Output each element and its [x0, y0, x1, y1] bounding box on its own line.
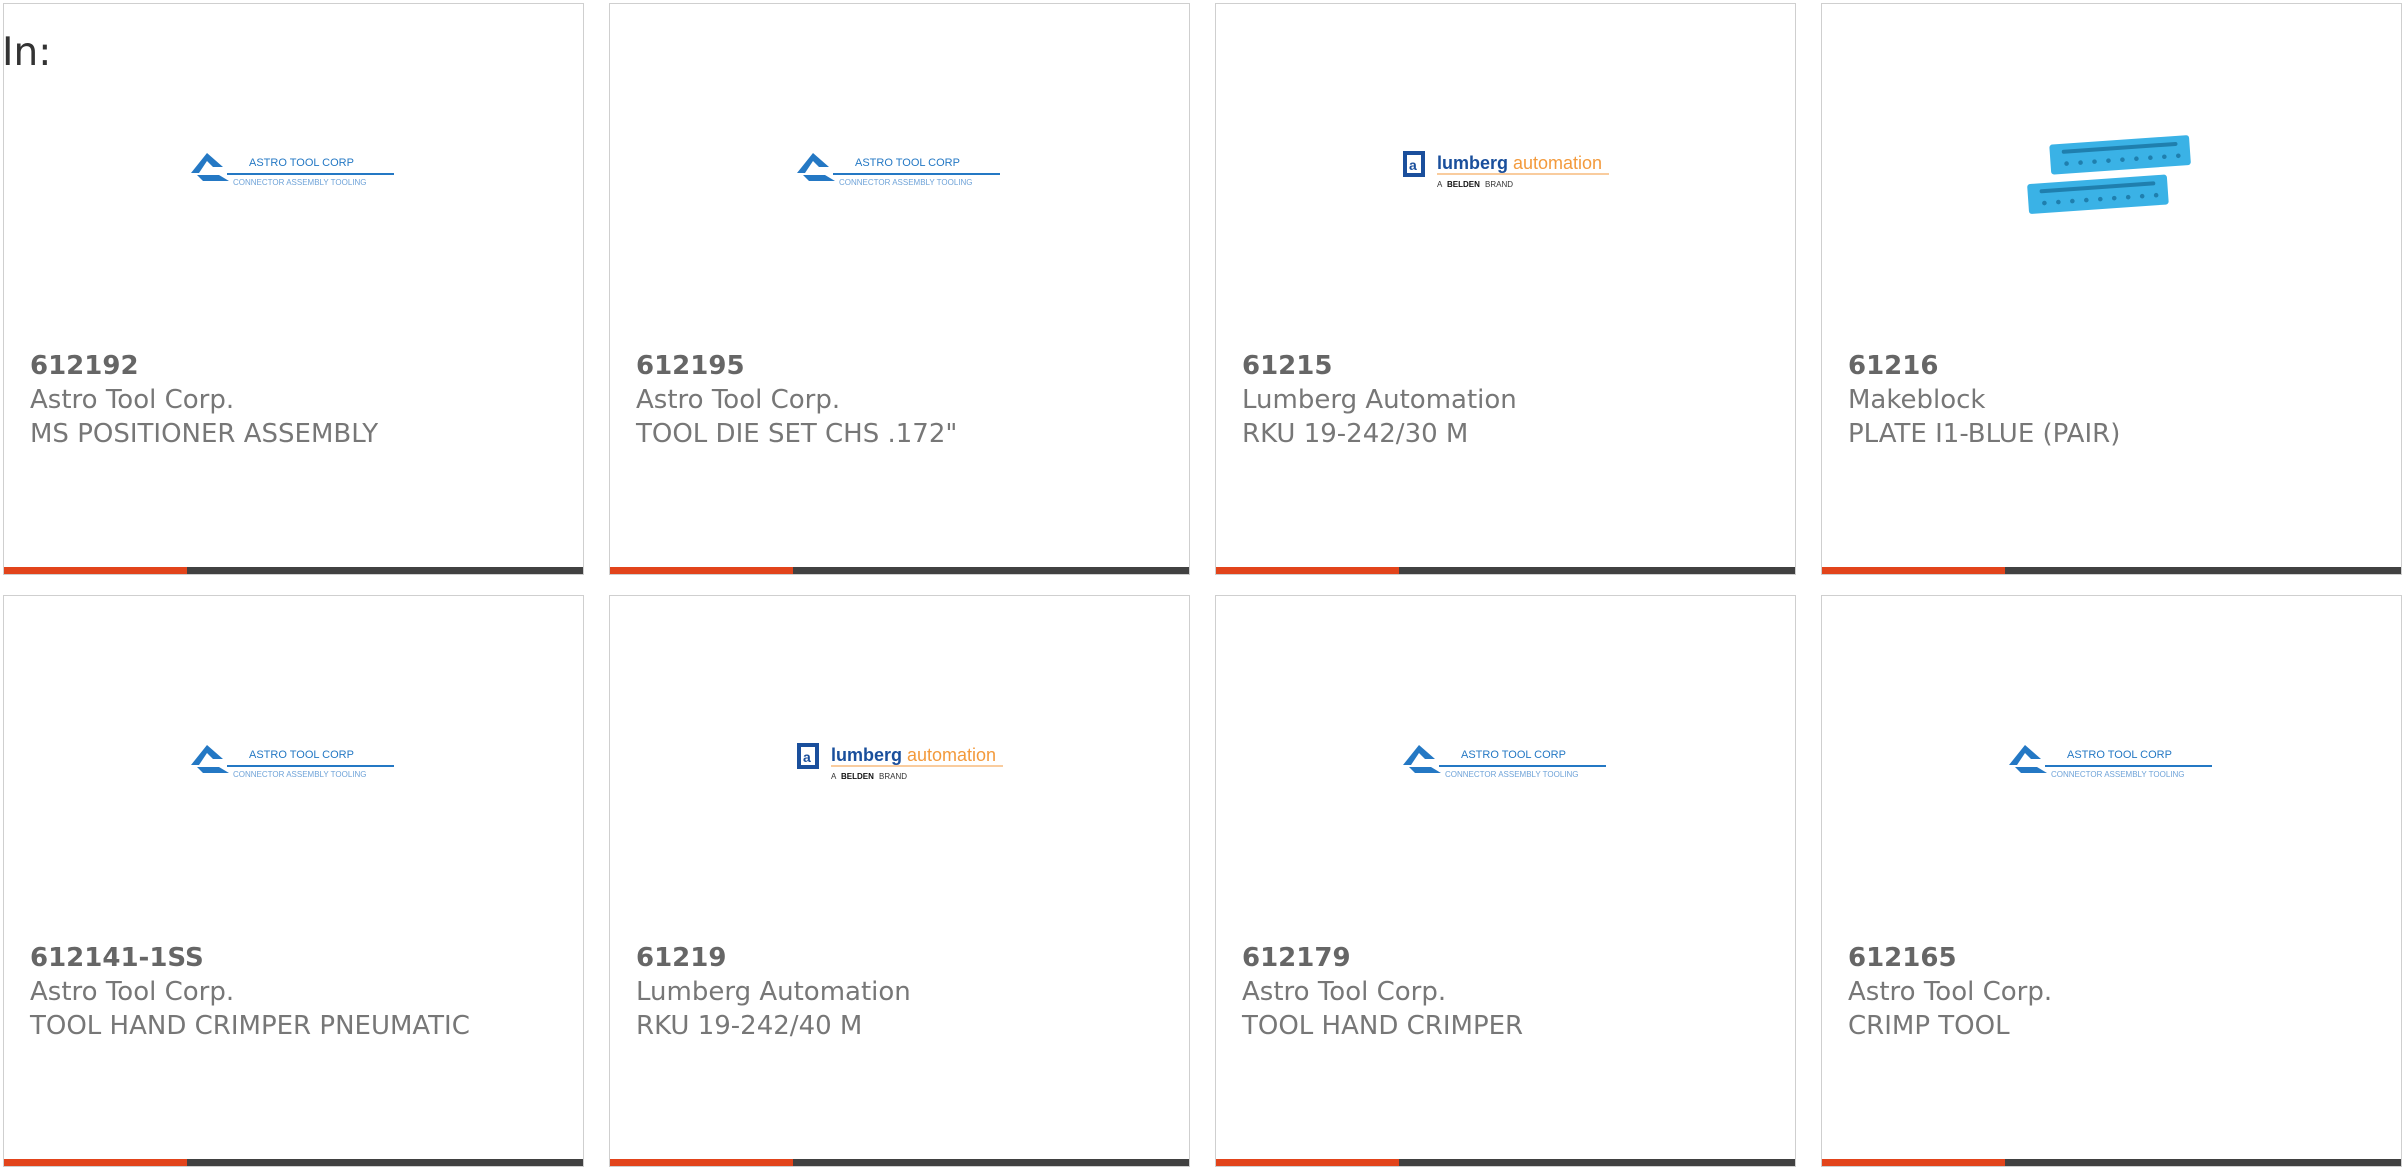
description: TOOL HAND CRIMPER PNEUMATIC: [30, 1011, 470, 1041]
product-info: 612165 Astro Tool Corp. CRIMP TOOL: [1848, 941, 2381, 1043]
astro-tool-corp-logo: ASTRO TOOL CORP CONNECTOR ASSEMBLY TOOLI…: [1402, 745, 1606, 779]
product-info: 612195 Astro Tool Corp. TOOL DIE SET CHS…: [636, 349, 1169, 451]
product-image[interactable]: ASTRO TOOL CORP CONNECTOR ASSEMBLY TOOLI…: [610, 64, 1189, 294]
svg-text:ASTRO TOOL CORP: ASTRO TOOL CORP: [1461, 749, 1566, 761]
svg-text:BRAND: BRAND: [879, 772, 907, 781]
manufacturer: Lumberg Automation: [636, 977, 911, 1007]
astro-tool-corp-logo: ASTRO TOOL CORP CONNECTOR ASSEMBLY TOOLI…: [796, 153, 1000, 187]
card-accent-bar: [4, 567, 583, 574]
manufacturer: Lumberg Automation: [1242, 385, 1517, 415]
product-card[interactable]: a lumberg automation A BELDEN BRAND 6121…: [1215, 3, 1796, 575]
description: TOOL HAND CRIMPER: [1242, 1011, 1524, 1041]
product-card[interactable]: ASTRO TOOL CORP CONNECTOR ASSEMBLY TOOLI…: [1821, 595, 2402, 1167]
product-image[interactable]: a lumberg automation A BELDEN BRAND: [610, 656, 1189, 886]
part-number[interactable]: 61219: [636, 941, 1169, 975]
filter-label: In:: [2, 30, 52, 75]
description: RKU 19-242/30 M: [1242, 419, 1469, 449]
manufacturer: Makeblock: [1848, 385, 1986, 415]
product-card[interactable]: ASTRO TOOL CORP CONNECTOR ASSEMBLY TOOLI…: [1215, 595, 1796, 1167]
svg-text:BRAND: BRAND: [1485, 180, 1513, 189]
product-card[interactable]: ASTRO TOOL CORP CONNECTOR ASSEMBLY TOOLI…: [3, 595, 584, 1167]
part-number[interactable]: 61216: [1848, 349, 2381, 383]
product-info: 61216 Makeblock PLATE I1-BLUE (PAIR): [1848, 349, 2381, 451]
svg-text:A: A: [831, 772, 837, 781]
manufacturer: Astro Tool Corp.: [636, 385, 841, 415]
part-number[interactable]: 612179: [1242, 941, 1775, 975]
part-number[interactable]: 612192: [30, 349, 563, 383]
svg-text:automation: automation: [907, 745, 996, 765]
svg-text:a: a: [1409, 157, 1417, 173]
product-card[interactable]: a lumberg automation A BELDEN BRAND 6121…: [609, 595, 1190, 1167]
lumberg-automation-logo: a lumberg automation A BELDEN BRAND: [1402, 151, 1609, 189]
product-info: 612141-1SS Astro Tool Corp. TOOL HAND CR…: [30, 941, 563, 1043]
description: TOOL DIE SET CHS .172": [636, 419, 958, 449]
card-accent-bar: [610, 567, 1189, 574]
product-info: 61215 Lumberg Automation RKU 19-242/30 M: [1242, 349, 1775, 451]
svg-text:lumberg: lumberg: [1437, 153, 1508, 173]
product-info: 612192 Astro Tool Corp. MS POSITIONER AS…: [30, 349, 563, 451]
svg-text:ASTRO TOOL CORP: ASTRO TOOL CORP: [855, 157, 960, 169]
product-image[interactable]: [1822, 64, 2401, 294]
manufacturer: Astro Tool Corp.: [1848, 977, 2053, 1007]
product-info: 612179 Astro Tool Corp. TOOL HAND CRIMPE…: [1242, 941, 1775, 1043]
svg-text:CONNECTOR ASSEMBLY TOOLING: CONNECTOR ASSEMBLY TOOLING: [233, 770, 367, 779]
svg-text:ASTRO TOOL CORP: ASTRO TOOL CORP: [249, 749, 354, 761]
svg-text:automation: automation: [1513, 153, 1602, 173]
product-card[interactable]: ASTRO TOOL CORP CONNECTOR ASSEMBLY TOOLI…: [3, 3, 584, 575]
manufacturer: Astro Tool Corp.: [30, 385, 235, 415]
svg-text:ASTRO TOOL CORP: ASTRO TOOL CORP: [249, 157, 354, 169]
product-card[interactable]: ASTRO TOOL CORP CONNECTOR ASSEMBLY TOOLI…: [609, 3, 1190, 575]
blue-plate-photo: [2026, 135, 2191, 214]
svg-text:BELDEN: BELDEN: [1447, 180, 1480, 189]
part-number[interactable]: 612195: [636, 349, 1169, 383]
product-grid: ASTRO TOOL CORP CONNECTOR ASSEMBLY TOOLI…: [3, 3, 2402, 1167]
card-accent-bar: [1216, 1159, 1795, 1166]
product-image[interactable]: ASTRO TOOL CORP CONNECTOR ASSEMBLY TOOLI…: [1216, 656, 1795, 886]
card-accent-bar: [1822, 1159, 2401, 1166]
svg-text:A: A: [1437, 180, 1443, 189]
svg-text:CONNECTOR ASSEMBLY TOOLING: CONNECTOR ASSEMBLY TOOLING: [1445, 770, 1579, 779]
manufacturer: Astro Tool Corp.: [1242, 977, 1447, 1007]
product-image[interactable]: a lumberg automation A BELDEN BRAND: [1216, 64, 1795, 294]
astro-tool-corp-logo: ASTRO TOOL CORP CONNECTOR ASSEMBLY TOOLI…: [190, 745, 394, 779]
card-accent-bar: [1822, 567, 2401, 574]
description: PLATE I1-BLUE (PAIR): [1848, 419, 2121, 449]
product-info: 61219 Lumberg Automation RKU 19-242/40 M: [636, 941, 1169, 1043]
description: MS POSITIONER ASSEMBLY: [30, 419, 379, 449]
card-accent-bar: [1216, 567, 1795, 574]
card-accent-bar: [4, 1159, 583, 1166]
product-image[interactable]: ASTRO TOOL CORP CONNECTOR ASSEMBLY TOOLI…: [4, 64, 583, 294]
astro-tool-corp-logo: ASTRO TOOL CORP CONNECTOR ASSEMBLY TOOLI…: [190, 153, 394, 187]
astro-tool-corp-logo: ASTRO TOOL CORP CONNECTOR ASSEMBLY TOOLI…: [2008, 745, 2212, 779]
lumberg-automation-logo: a lumberg automation A BELDEN BRAND: [796, 743, 1003, 781]
svg-text:lumberg: lumberg: [831, 745, 902, 765]
description: RKU 19-242/40 M: [636, 1011, 863, 1041]
svg-text:CONNECTOR ASSEMBLY TOOLING: CONNECTOR ASSEMBLY TOOLING: [233, 178, 367, 187]
card-accent-bar: [610, 1159, 1189, 1166]
svg-text:CONNECTOR ASSEMBLY TOOLING: CONNECTOR ASSEMBLY TOOLING: [839, 178, 973, 187]
product-image[interactable]: ASTRO TOOL CORP CONNECTOR ASSEMBLY TOOLI…: [4, 656, 583, 886]
manufacturer: Astro Tool Corp.: [30, 977, 235, 1007]
description: CRIMP TOOL: [1848, 1011, 2010, 1041]
part-number[interactable]: 612165: [1848, 941, 2381, 975]
part-number[interactable]: 612141-1SS: [30, 941, 563, 975]
product-card[interactable]: 61216 Makeblock PLATE I1-BLUE (PAIR): [1821, 3, 2402, 575]
svg-text:ASTRO TOOL CORP: ASTRO TOOL CORP: [2067, 749, 2172, 761]
svg-text:BELDEN: BELDEN: [841, 772, 874, 781]
svg-text:CONNECTOR ASSEMBLY TOOLING: CONNECTOR ASSEMBLY TOOLING: [2051, 770, 2185, 779]
svg-text:a: a: [803, 749, 811, 765]
product-image[interactable]: ASTRO TOOL CORP CONNECTOR ASSEMBLY TOOLI…: [1822, 656, 2401, 886]
part-number[interactable]: 61215: [1242, 349, 1775, 383]
